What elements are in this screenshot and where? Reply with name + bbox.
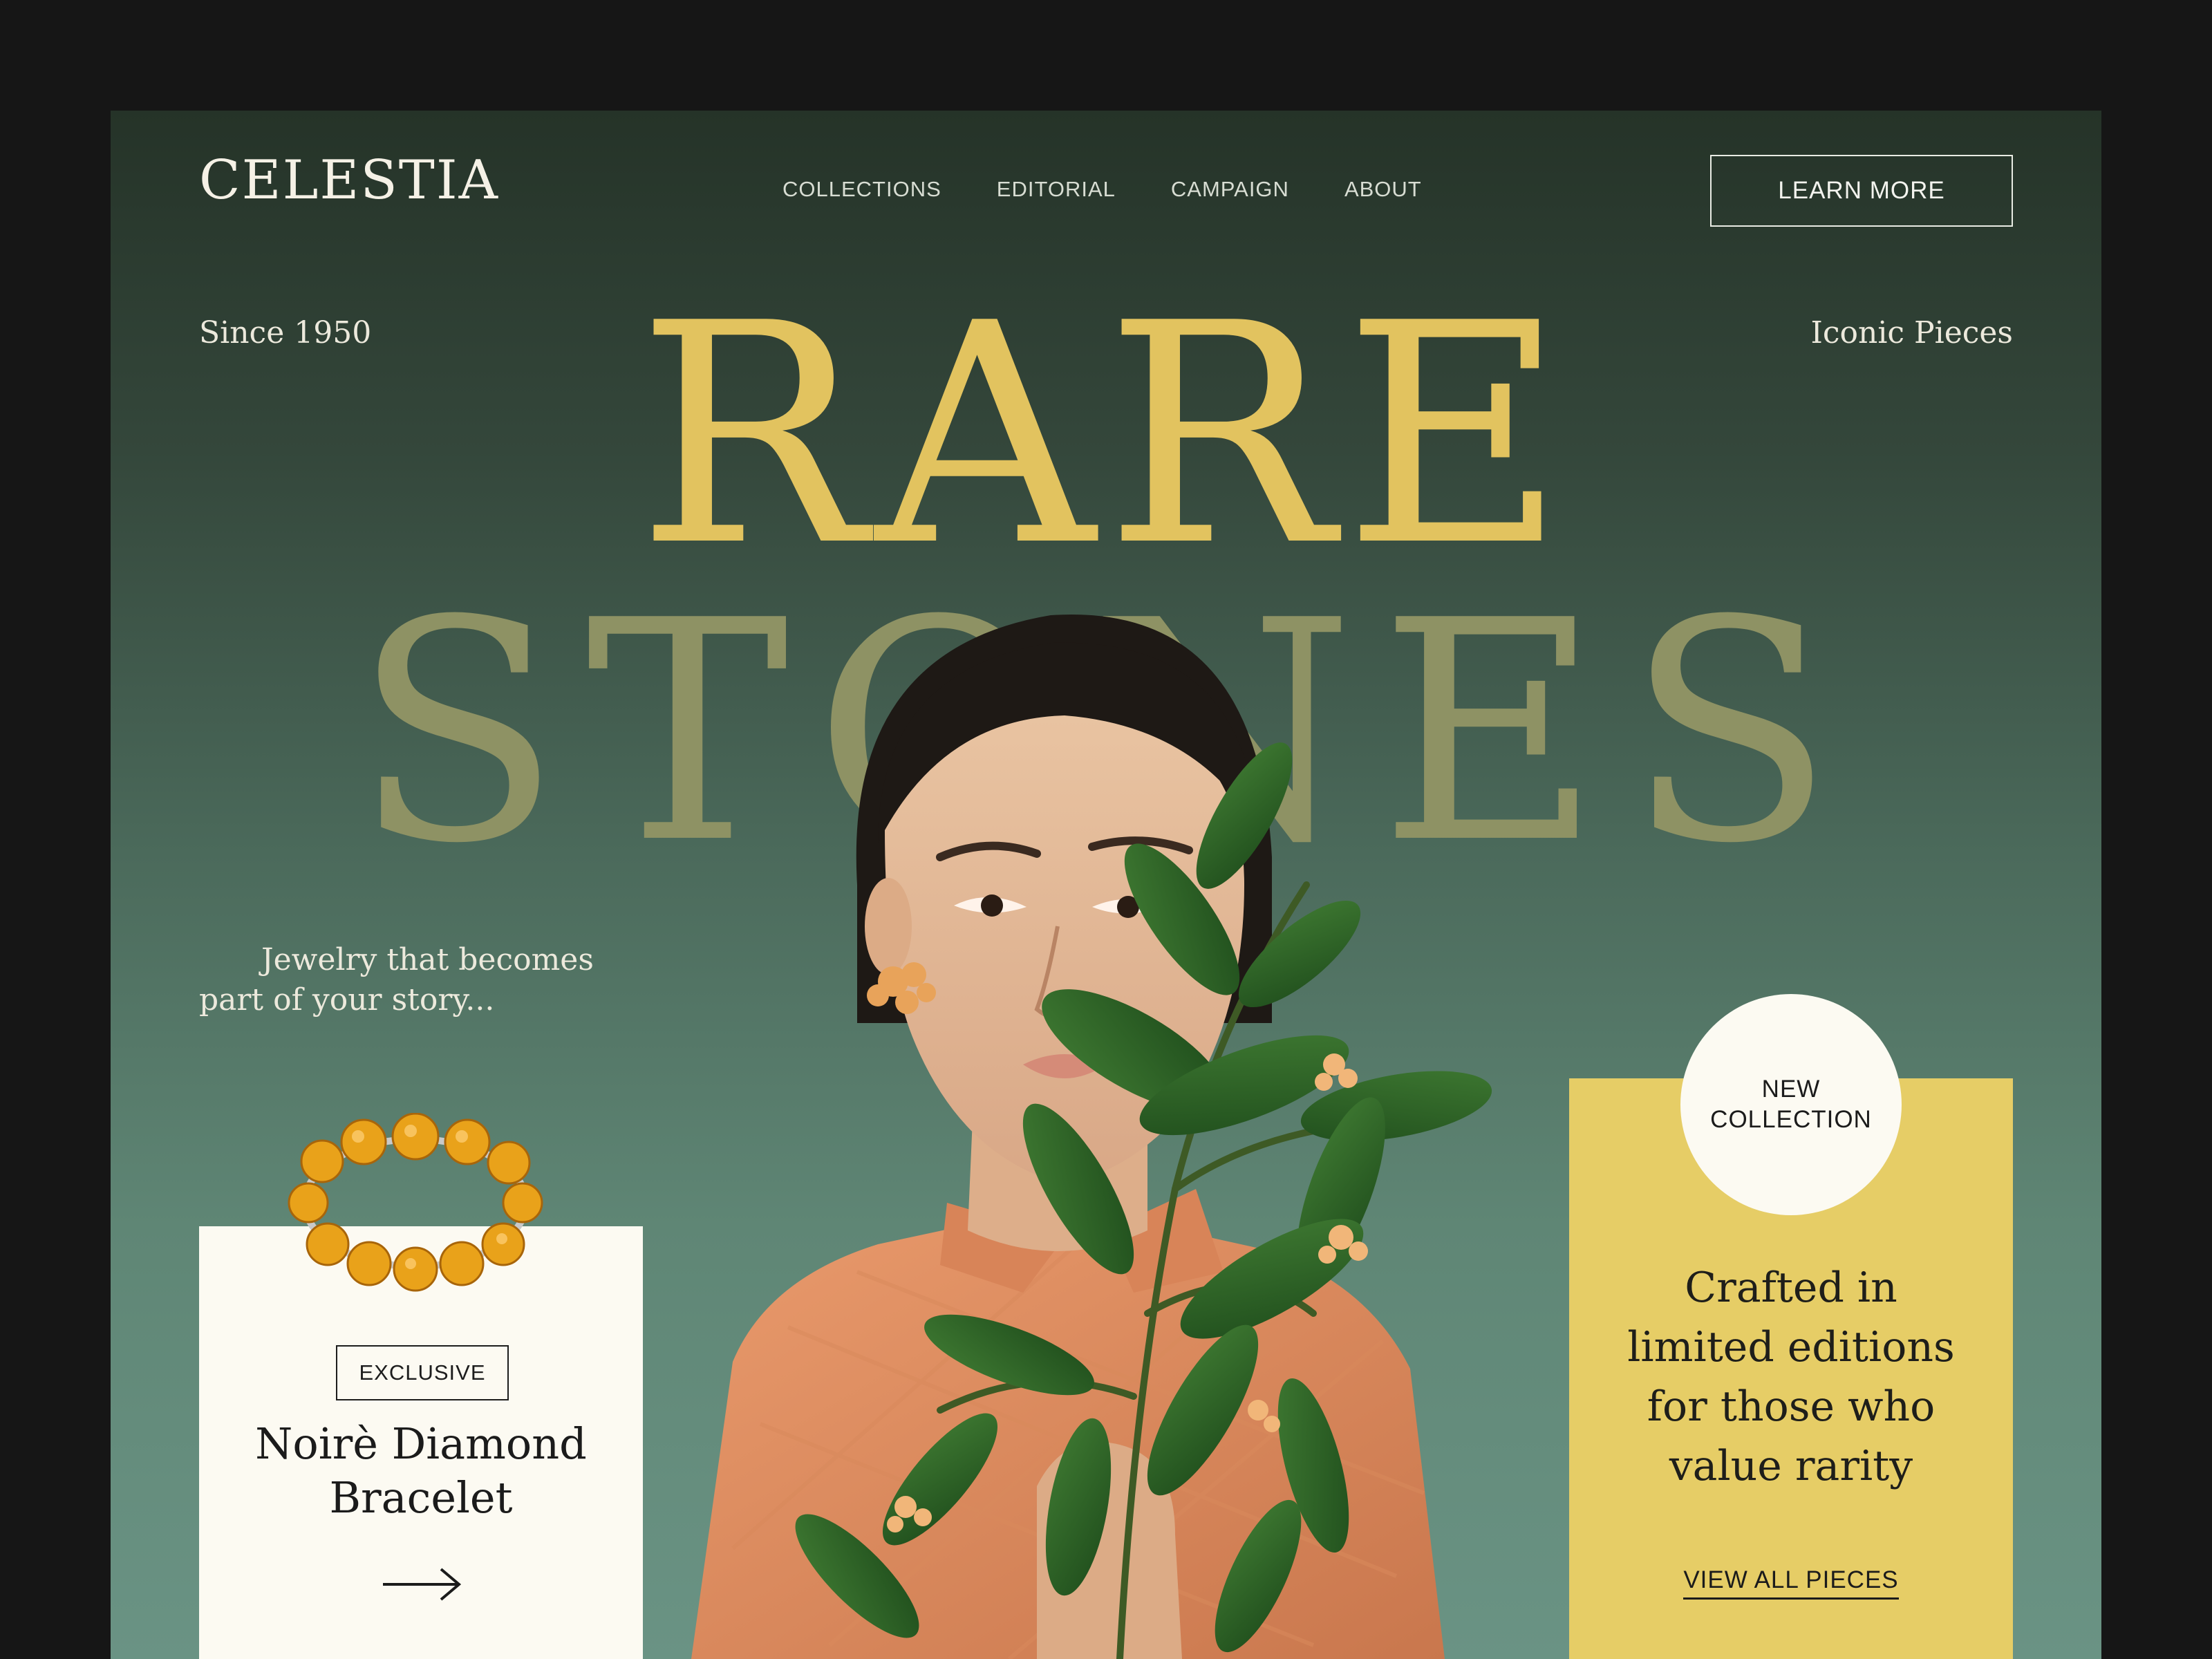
tagline: Jewelry that becomes part of your story.… <box>199 942 594 1018</box>
model-photo <box>691 614 1492 1659</box>
bracelet-image <box>288 1113 543 1292</box>
new-collection-badge: NEW COLLECTION <box>1680 994 1902 1215</box>
hero-section: CELESTIA COLLECTIONS EDITORIAL CAMPAIGN … <box>111 111 2101 1659</box>
nav-item-about[interactable]: ABOUT <box>1344 177 1422 202</box>
learn-more-button[interactable]: LEARN MORE <box>1710 155 2013 227</box>
brand-logo[interactable]: CELESTIA <box>199 153 499 207</box>
view-all-pieces-link[interactable]: VIEW ALL PIECES <box>1683 1566 1899 1600</box>
nav-item-editorial[interactable]: EDITORIAL <box>997 177 1116 202</box>
nav-item-collections[interactable]: COLLECTIONS <box>782 177 941 202</box>
collection-description: Crafted in limited editions for those wh… <box>1627 1264 1955 1490</box>
main-nav: COLLECTIONS EDITORIAL CAMPAIGN ABOUT <box>782 177 1422 202</box>
exclusive-badge: EXCLUSIVE <box>336 1345 509 1400</box>
view-all-pieces: VIEW ALL PIECES <box>1569 1566 2013 1600</box>
nav-item-campaign[interactable]: CAMPAIGN <box>1171 177 1289 202</box>
product-name: Noirè Diamond Bracelet <box>255 1418 587 1523</box>
arrow-right-icon[interactable] <box>380 1564 463 1605</box>
